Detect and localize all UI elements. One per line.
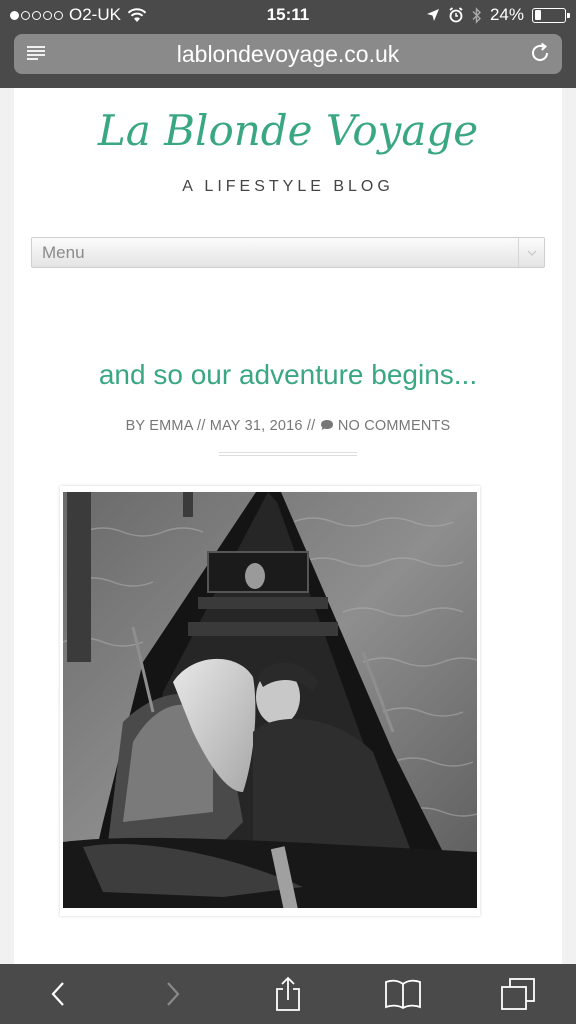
bluetooth-icon <box>472 6 481 24</box>
site-logo[interactable]: La Blonde Voyage <box>14 106 562 155</box>
share-button[interactable] <box>258 964 318 1024</box>
signal-strength-icon <box>10 10 63 20</box>
address-bar[interactable]: lablondevoyage.co.uk <box>14 34 562 74</box>
post-date: MAY 31, 2016 <box>209 418 303 434</box>
battery-level-fill <box>534 10 542 20</box>
bookmarks-icon[interactable] <box>384 978 422 1010</box>
status-bar: O2-UK 15:11 24% <box>0 0 576 30</box>
menu-dropdown[interactable]: Menu <box>31 237 545 268</box>
site-tagline: A LIFESTYLE BLOG <box>182 178 394 195</box>
battery-percent: 24% <box>489 5 524 24</box>
post-image[interactable] <box>63 492 477 908</box>
forward-button[interactable] <box>143 964 203 1024</box>
back-button[interactable] <box>28 964 88 1024</box>
comment-bubble-icon <box>320 420 333 430</box>
divider <box>219 452 357 456</box>
menu-label: Menu <box>42 242 85 262</box>
reader-icon[interactable] <box>24 42 48 66</box>
post-comments-link[interactable]: NO COMMENTS <box>338 418 451 434</box>
battery-icon <box>532 7 570 23</box>
chevron-down-icon[interactable] <box>518 238 544 267</box>
reload-icon[interactable] <box>528 41 552 65</box>
carrier-name: O2-UK <box>69 5 121 24</box>
tabs-icon[interactable] <box>500 977 536 1011</box>
tabs-button[interactable] <box>488 964 548 1024</box>
wifi-icon <box>127 8 147 22</box>
location-arrow-icon <box>426 9 439 21</box>
share-icon[interactable] <box>273 976 303 1012</box>
status-right: 24% <box>426 5 570 25</box>
forward-arrow-icon[interactable] <box>164 980 182 1008</box>
post-title[interactable]: and so our adventure begins... <box>14 359 562 391</box>
back-arrow-icon[interactable] <box>49 980 67 1008</box>
meta-separator: // <box>306 418 316 434</box>
url-text[interactable]: lablondevoyage.co.uk <box>177 41 400 68</box>
browser-toolbar <box>0 964 576 1024</box>
post-author[interactable]: BY EMMA <box>126 418 193 434</box>
post-image-frame <box>60 486 480 916</box>
web-page: La Blonde Voyage A LIFESTYLE BLOG Menu a… <box>14 88 562 964</box>
bookmarks-button[interactable] <box>373 964 433 1024</box>
post-meta: BY EMMA // MAY 31, 2016 // NO COMMENTS <box>14 418 562 434</box>
browser-address-area: lablondevoyage.co.uk <box>0 30 576 88</box>
status-left: O2-UK <box>10 5 426 25</box>
alarm-clock-icon <box>449 7 463 23</box>
meta-separator: // <box>197 418 206 434</box>
